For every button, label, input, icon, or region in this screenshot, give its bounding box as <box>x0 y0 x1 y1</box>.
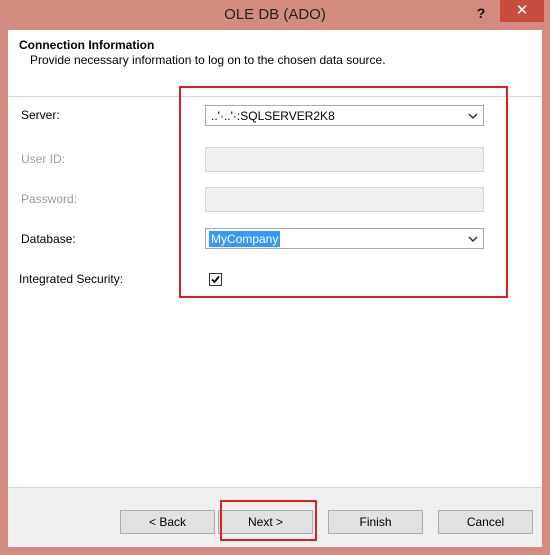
finish-button[interactable]: Finish <box>328 510 423 534</box>
title-bar[interactable]: OLE DB (ADO) ? ✕ <box>0 0 550 30</box>
header-title: Connection Information <box>19 38 155 52</box>
help-button[interactable]: ? <box>470 2 492 24</box>
password-label: Password: <box>21 192 78 206</box>
close-icon: ✕ <box>515 2 529 19</box>
integrated-security-label: Integrated Security: <box>19 272 124 286</box>
user-id-label: User ID: <box>21 152 66 166</box>
highlight-box-next <box>220 500 317 541</box>
footer-divider <box>8 487 542 488</box>
ole-db-dialog: OLE DB (ADO) ? ✕ Connection Information … <box>0 0 550 555</box>
close-button[interactable]: ✕ <box>500 0 544 22</box>
header-subtitle: Provide necessary information to log on … <box>30 53 386 67</box>
back-button[interactable]: < Back <box>120 510 215 534</box>
highlight-box-fields <box>179 86 508 298</box>
cancel-button[interactable]: Cancel <box>438 510 533 534</box>
window-title: OLE DB (ADO) <box>224 6 326 23</box>
server-label: Server: <box>21 108 60 122</box>
database-label: Database: <box>21 232 76 246</box>
